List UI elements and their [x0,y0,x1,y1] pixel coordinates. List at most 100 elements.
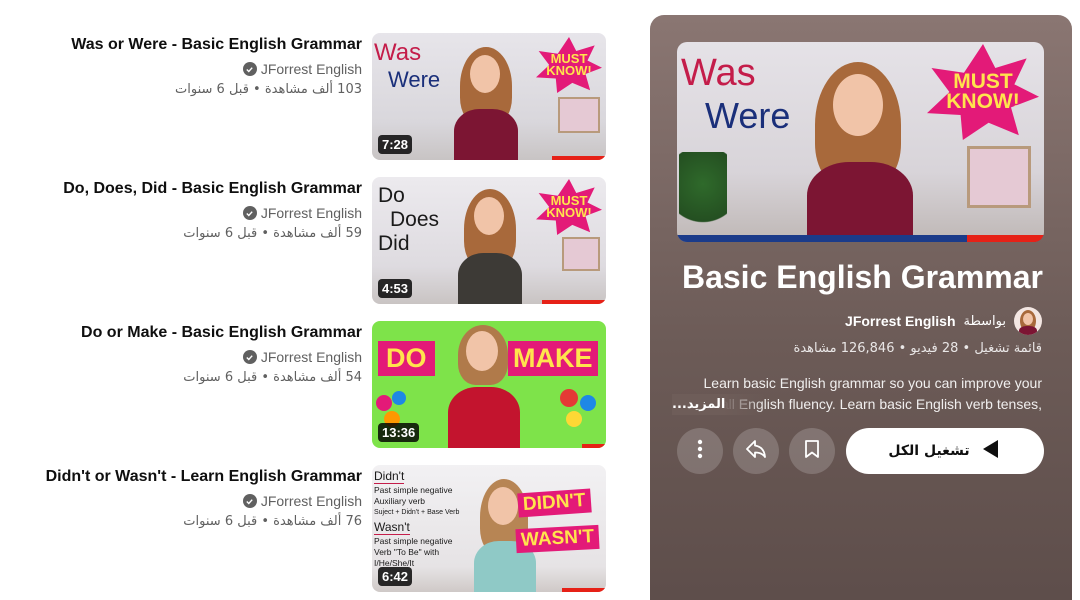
verified-check-icon [242,62,257,76]
do-label: DO [378,341,435,376]
progress-bar [562,588,606,592]
progress-bar [552,156,606,160]
video-item[interactable]: Do, Does, Did - Basic English Grammar JF… [0,177,620,305]
presenter-image [454,189,534,304]
question-bubbles [560,389,604,433]
play-icon [980,438,1002,465]
grammar-notes: Didn't Past simple negative Auxiliary ve… [374,467,484,569]
playlist-owner[interactable]: بواسطة JForrest English [845,307,1042,335]
channel-name[interactable]: JForrest English [261,491,362,511]
video-meta: Do, Does, Did - Basic English Grammar JF… [22,177,362,244]
book-image [562,237,600,271]
more-button[interactable] [677,428,723,474]
book-image [967,146,1031,208]
verified-check-icon [242,350,257,364]
video-stats: 76 ألف مشاهدة • قبل 6 سنوات [183,514,362,529]
play-all-label: تشغيل الكل [888,443,970,459]
channel-name[interactable]: JForrest English [261,59,362,79]
avatar[interactable] [1014,307,1042,335]
video-stats: 59 ألف مشاهدة • قبل 6 سنوات [183,226,362,241]
plant-image [679,152,727,232]
video-thumbnail[interactable]: Do Does Did MUST KNOW! 4:53 [372,177,606,304]
channel-line: JForrest English [22,203,362,223]
must-know-badge: MUST KNOW! [927,44,1039,140]
note-text: Suject + Didn't + Base Verb [374,509,460,516]
owner-name[interactable]: JForrest English [845,313,955,329]
channel-line: JForrest English [22,347,362,367]
video-title[interactable]: Do or Make - Basic English Grammar [22,323,362,343]
video-duration: 6:42 [378,567,413,586]
thumb-text: Do [378,184,405,207]
video-meta: Didn't or Wasn't - Learn English Grammar… [22,465,362,532]
channel-line: JForrest English [22,59,362,79]
video-thumbnail[interactable]: DO MAKE 13:36 [372,321,606,448]
video-duration: 13:36 [378,423,420,442]
play-all-button[interactable]: تشغيل الكل [846,428,1044,474]
video-title[interactable]: Didn't or Wasn't - Learn English Grammar [22,467,362,487]
video-thumbnail[interactable]: Was Were MUST KNOW! 7:28 [372,33,606,160]
progress-bar [967,235,1044,242]
owner-by-label: بواسطة [963,313,1006,329]
didnt-label: DIDN'T [517,488,592,518]
save-button[interactable] [789,428,835,474]
playlist-stats: قائمة تشغيل • 28 فيديو • 126,846 مشاهدة [793,341,1042,356]
thumb-text: WASN'T [520,526,595,551]
save-bookmark-icon [801,438,823,465]
channel-name[interactable]: JForrest English [261,347,362,367]
must-know-badge: MUST KNOW! [536,179,602,235]
thumb-text: Were [705,95,791,136]
video-duration: 7:28 [378,135,413,154]
video-thumbnail[interactable]: Didn't Past simple negative Auxiliary ve… [372,465,606,592]
channel-line: JForrest English [22,491,362,511]
thumb-text: Does [390,208,440,231]
playlist-actions: تشغيل الكل [677,428,1044,474]
more-link[interactable]: ...المزيد [672,394,766,415]
badge-text: KNOW! [546,205,592,220]
video-title[interactable]: Do, Does, Did - Basic English Grammar [22,179,362,199]
playlist-header-panel: Was Were MUST KNOW! Basic English Grammar… [650,15,1072,600]
video-item[interactable]: Do or Make - Basic English Grammar JForr… [0,321,620,449]
thumb-text: Were [388,67,441,92]
video-item[interactable]: Didn't or Wasn't - Learn English Grammar… [0,465,620,593]
note-text: Past simple negative [374,536,453,546]
video-stats: 54 ألف مشاهدة • قبل 6 سنوات [183,370,362,385]
badge-text: KNOW! [946,90,1020,113]
progress-bar [542,300,606,304]
thumb-text: Was [681,52,756,94]
playlist-title: Basic English Grammar [681,259,1043,295]
badge-text: KNOW! [546,63,592,78]
book-image [558,97,600,133]
thumb-text: Was [374,39,422,66]
more-vertical-icon [697,439,703,464]
video-item[interactable]: Was or Were - Basic English Grammar JFor… [0,33,620,161]
video-meta: Do or Make - Basic English Grammar JForr… [22,321,362,388]
note-text: Auxiliary verb [374,496,426,506]
video-title[interactable]: Was or Were - Basic English Grammar [22,35,362,55]
playlist-thumbnail[interactable]: Was Were MUST KNOW! [677,42,1044,242]
video-stats: 103 ألف مشاهدة • قبل 6 سنوات [175,82,362,97]
playlist-description[interactable]: Learn basic English grammar so you can i… [672,373,1042,415]
video-list: Was or Were - Basic English Grammar JFor… [0,0,620,600]
note-text: Verb "To Be" with [374,547,440,557]
note-heading: Wasn't [374,520,410,535]
thumb-text: DO [386,343,427,373]
note-text: Past simple negative [374,485,453,495]
share-icon [744,438,768,465]
verified-check-icon [242,206,257,220]
video-meta: Was or Were - Basic English Grammar JFor… [22,33,362,100]
presenter-image [801,62,931,242]
thumb-text: Did [378,232,410,255]
wasnt-label: WASN'T [515,524,600,554]
presenter-image [446,325,526,448]
verified-check-icon [242,494,257,508]
description-line: Learn basic English grammar so you can i… [703,375,1043,391]
video-duration: 4:53 [378,279,413,298]
thumb-text: DIDN'T [522,489,587,516]
presenter-image [450,47,530,160]
share-button[interactable] [733,428,779,474]
description-line: overall English fluency. Learn basic Eng… [672,394,1042,415]
channel-name[interactable]: JForrest English [261,203,362,223]
must-know-badge: MUST KNOW! [536,37,602,93]
note-heading: Didn't [374,469,405,484]
progress-bar [582,444,606,448]
